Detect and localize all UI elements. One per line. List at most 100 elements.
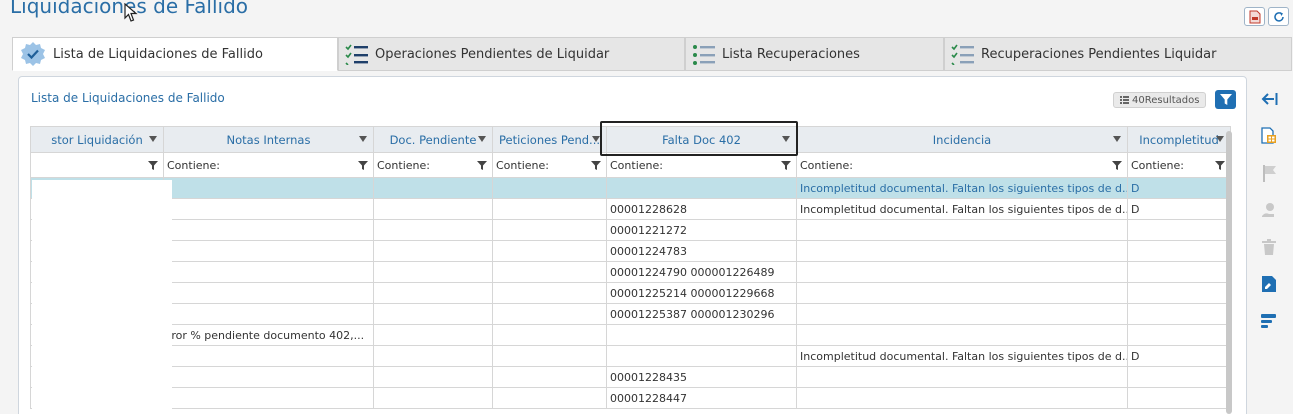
table-cell — [373, 219, 493, 241]
column-header[interactable]: Incidencia — [796, 126, 1128, 153]
table-row[interactable]: 00001224790 000001226489 — [30, 261, 1231, 283]
table-cell — [796, 282, 1128, 304]
table-cell — [163, 345, 374, 367]
filter-placeholder: Contiene: — [1131, 158, 1184, 172]
table-cell — [373, 240, 493, 262]
column-header[interactable]: Incompletitud — [1127, 126, 1231, 153]
column-header[interactable]: Peticiones Pend... — [492, 126, 607, 153]
table-cell: Incompletitud documental. Faltan los sig… — [796, 198, 1128, 220]
filter-funnel-icon[interactable] — [591, 161, 601, 170]
column-header[interactable]: Doc. Pendiente — [373, 126, 493, 153]
delete-button[interactable] — [1257, 236, 1281, 258]
table-row[interactable]: 00001225214 000001229668 — [30, 282, 1231, 304]
tab-lista-recuperaciones[interactable]: Lista Recuperaciones — [685, 37, 944, 71]
flag-button[interactable] — [1257, 162, 1281, 184]
table-cell — [373, 345, 493, 367]
column-filter-input[interactable]: Contiene: — [796, 152, 1128, 178]
table-cell: 00001224783 — [606, 240, 797, 262]
tab-label: Recuperaciones Pendientes Liquidar — [981, 46, 1217, 62]
table-cell — [796, 303, 1128, 325]
table-cell: 00001228435 — [606, 366, 797, 388]
table-cell: Incompletitud documental. Faltan los sig… — [796, 345, 1128, 367]
list-icon — [692, 43, 716, 65]
data-grid: stor Liquidación Notas Internas Doc. Pen… — [30, 126, 1231, 409]
column-header[interactable]: stor Liquidación — [30, 126, 164, 153]
table-cell — [1127, 261, 1231, 283]
column-filter-input[interactable]: Contiene: — [492, 152, 607, 178]
tab-label: Lista de Liquidaciones de Fallido — [53, 46, 263, 62]
user-money-icon — [1262, 203, 1274, 217]
filter-toggle-button[interactable] — [1215, 90, 1236, 109]
list-small-icon — [1120, 96, 1129, 104]
sort-arrow-icon[interactable] — [149, 136, 157, 142]
table-cell — [1127, 387, 1231, 409]
vertical-scrollbar[interactable] — [1226, 131, 1232, 414]
checklist-icon — [345, 43, 369, 65]
table-cell — [492, 324, 607, 346]
column-header-label: Notas Internas — [226, 132, 311, 147]
filter-funnel-icon[interactable] — [1112, 161, 1122, 170]
excel-export-button[interactable] — [1257, 125, 1281, 147]
funnel-icon — [1219, 94, 1232, 105]
checklist-icon — [951, 43, 975, 65]
excel-export-icon — [1261, 127, 1276, 144]
filter-funnel-icon[interactable] — [1215, 161, 1225, 170]
column-filter-input[interactable]: Contiene: — [163, 152, 374, 178]
assign-user-button[interactable] — [1257, 199, 1281, 221]
sort-arrow-icon[interactable] — [478, 136, 486, 142]
gantt-view-button[interactable] — [1257, 310, 1281, 332]
filter-funnel-icon[interactable] — [477, 161, 487, 170]
tab-label: Operaciones Pendientes de Liquidar — [375, 46, 610, 62]
tab-recuperaciones-pendientes[interactable]: Recuperaciones Pendientes Liquidar — [944, 37, 1292, 71]
table-cell — [1127, 366, 1231, 388]
table-row[interactable]: Incompletitud documental. Faltan los sig… — [30, 345, 1231, 367]
table-cell: Incompletitud documental. Faltan los sig… — [796, 177, 1128, 199]
table-cell — [492, 219, 607, 241]
table-cell — [163, 387, 374, 409]
gantt-bars-icon — [1261, 314, 1276, 328]
table-cell — [1127, 303, 1231, 325]
table-row[interactable]: 00001221272 — [30, 219, 1231, 241]
table-cell — [796, 324, 1128, 346]
filter-funnel-icon[interactable] — [148, 161, 158, 170]
sort-arrow-icon[interactable] — [1113, 136, 1121, 142]
table-cell: 00001228447 — [606, 387, 797, 409]
table-row[interactable]: 00001224783 — [30, 240, 1231, 262]
pdf-export-button[interactable] — [1244, 7, 1265, 26]
tab-label: Lista Recuperaciones — [722, 46, 860, 62]
table-cell: D — [1127, 198, 1231, 220]
column-filter-input[interactable]: Contiene: — [1127, 152, 1231, 178]
filter-funnel-icon[interactable] — [781, 161, 791, 170]
tab-lista-liquidaciones[interactable]: Lista de Liquidaciones de Fallido — [12, 37, 338, 71]
refresh-button[interactable] — [1268, 7, 1289, 26]
results-count: 40Resultados — [1132, 94, 1200, 106]
tab-operaciones-pendientes[interactable]: Operaciones Pendientes de Liquidar — [338, 37, 685, 71]
column-filter-input[interactable] — [30, 152, 164, 178]
column-filter-input[interactable]: Contiene: — [373, 152, 493, 178]
table-row[interactable]: rror % pendiente documento 402,... — [30, 324, 1231, 346]
table-row[interactable]: Incompletitud documental. Faltan los sig… — [30, 177, 1231, 199]
table-row[interactable]: 00001225387 000001230296 — [30, 303, 1231, 325]
table-row[interactable]: 00001228628 Incompletitud documental. Fal… — [30, 198, 1231, 220]
column-header[interactable]: Notas Internas — [163, 126, 374, 153]
flag-icon — [1263, 165, 1276, 182]
table-cell — [796, 219, 1128, 241]
filter-placeholder: Contiene: — [377, 158, 430, 172]
table-cell: D — [1127, 177, 1231, 199]
table-cell — [492, 261, 607, 283]
table-row[interactable]: 00001228435 — [30, 366, 1231, 388]
sort-arrow-icon[interactable] — [359, 136, 367, 142]
check-badge-icon — [19, 40, 47, 68]
collapse-panel-button[interactable] — [1257, 88, 1281, 110]
table-cell — [163, 261, 374, 283]
edit-document-button[interactable] — [1257, 273, 1281, 295]
column-filter-input[interactable]: Contiene: — [606, 152, 797, 178]
table-cell: 00001225214 000001229668 — [606, 282, 797, 304]
table-cell — [373, 324, 493, 346]
focus-highlight-box — [600, 121, 798, 156]
table-row[interactable]: 00001228447 — [30, 387, 1231, 409]
table-cell: 00001224790 000001226489 — [606, 261, 797, 283]
sort-arrow-icon[interactable] — [1216, 136, 1224, 142]
sort-arrow-icon[interactable] — [592, 136, 600, 142]
filter-funnel-icon[interactable] — [358, 161, 368, 170]
